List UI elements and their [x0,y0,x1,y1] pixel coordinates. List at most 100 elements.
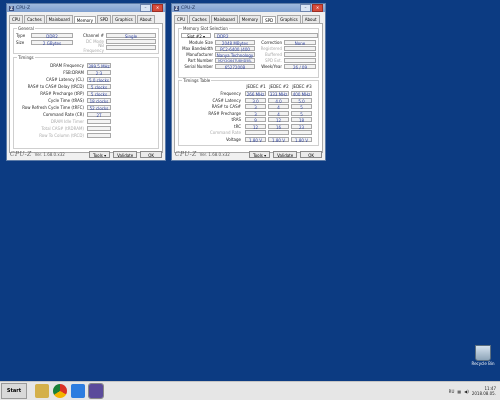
tab-caches[interactable]: Caches [24,15,45,23]
correction-value: None [284,40,316,46]
tab-strip: CPU Caches Mainboard Memory SPD Graphics… [9,15,163,24]
tab-spd[interactable]: SPD [97,15,112,23]
tab-about[interactable]: About [136,15,155,23]
version-label: Ver. 1.68.0.x32 [199,151,230,157]
week-year-label: Week/Year [261,64,282,69]
timing-label: DRAM Frequency [50,63,84,68]
timing-row-label: RAS# to CAS# [211,104,241,109]
column-header: JEDEC #3 [292,84,312,89]
timing-cell: 1.80 V [291,136,312,143]
language-indicator[interactable]: RU [449,389,455,394]
validate-button[interactable]: Validate [113,150,138,158]
ok-button[interactable]: OK [140,150,162,158]
tab-graphics[interactable]: Graphics [112,15,136,23]
network-icon[interactable]: ▦ [457,389,461,394]
dc-mode-value [106,39,156,44]
timing-value: 18 clocks [87,98,111,104]
timing-cell: 9 [245,117,266,123]
cpuz-taskbar-icon[interactable] [88,383,104,399]
taskbar: Start RU ▦ ◀) 11:47 2018.08.05. [0,381,500,400]
channel-label: Channel # [82,33,104,38]
chrome-icon[interactable] [53,384,67,398]
close-button[interactable]: ✕ [312,4,323,12]
timing-cell: 400 MHz [291,91,312,97]
file-explorer-icon[interactable] [35,384,49,398]
close-button[interactable]: ✕ [152,4,163,12]
timing-cell: 5 [291,104,312,110]
size-value: 2 GBytes [31,40,73,46]
minimize-button[interactable]: – [140,4,151,12]
manufacturer-value: Nanya Technology [215,52,255,58]
tab-caches[interactable]: Caches [189,15,210,23]
timing-value [87,133,111,138]
timing-cell [268,130,289,135]
tab-about[interactable]: About [301,15,320,23]
manufacturer-label: Manufacturer [186,52,213,57]
timing-value: 5.0 clocks [87,77,111,83]
ok-button[interactable]: OK [300,150,322,158]
tab-mainboard[interactable]: Mainboard [210,15,238,23]
timing-cell [245,130,266,135]
registered-label: Registered [260,46,282,51]
timing-value: 2:3 [87,70,111,76]
cpuz-window-spd: Z CPU-Z – ✕ CPU Caches Mainboard Memory … [171,3,326,161]
version-label: Ver. 1.68.0.x32 [34,151,65,157]
tab-cpu[interactable]: CPU [9,15,24,23]
media-player-icon[interactable] [71,384,85,398]
timing-cell: 16 [268,123,289,130]
timing-cell: 23 [291,123,312,130]
cpuz-logo: CPU-Z [10,150,32,158]
memory-panel: General Type DDR2 Size 2 GBytes Channel … [9,23,163,153]
recycle-bin[interactable]: Recycle Bin [469,345,497,366]
buffered-value [284,52,316,57]
serial-number-value: 6527200B [215,64,255,70]
cpuz-app-icon: Z [174,5,179,11]
timing-label: Row To Column (tRCD) [39,133,84,138]
timing-label: CAS# Latency (CL) [46,77,84,82]
slot-select[interactable]: Slot #2 [181,33,211,39]
max-bandwidth-label: Max Bandwidth [182,46,213,51]
timing-cell: 18 [291,117,312,123]
timing-value: 5 clocks [87,84,111,90]
tab-memory[interactable]: Memory [238,15,262,23]
timing-label: Total CAS# (tRDRAM) [41,126,84,131]
timing-row-label: tRC [234,123,241,129]
system-tray: RU ▦ ◀) 11:47 2018.08.05. [449,386,500,396]
timing-cell: 4 [268,110,289,117]
timings-group-title: Timings [17,55,35,60]
timing-cell: 1.80 V [245,136,266,143]
column-header: JEDEC #2 [269,84,289,89]
memory-slot-group: Memory Slot Selection Slot #2 DDR2 Modul… [178,26,319,78]
timing-value: 399.5 MHz [87,63,111,69]
clock[interactable]: 11:47 2018.08.05. [472,386,496,396]
timing-row-label: CAS# Latency [212,97,241,103]
timing-cell: 4 [268,104,289,110]
timing-cell: 1.80 V [268,136,289,143]
tab-cpu[interactable]: CPU [174,15,189,23]
volume-icon[interactable]: ◀) [464,389,469,394]
timing-cell: 5.0 [291,97,312,104]
tab-graphics[interactable]: Graphics [277,15,301,23]
nb-frequency-value [106,45,156,50]
tab-mainboard[interactable]: Mainboard [45,15,73,23]
cpuz-logo: CPU-Z [175,150,197,158]
tools-dropdown[interactable]: Tools [88,150,111,158]
slot-type-value: DDR2 [214,33,318,39]
validate-button[interactable]: Validate [273,150,298,158]
timing-label: RAS# to CAS# Delay (tRCD) [27,84,84,89]
timing-cell: 3 [245,104,266,110]
start-button[interactable]: Start [1,383,27,399]
bottom-bar: CPU-Z Ver. 1.68.0.x32 Tools Validate OK [7,148,165,160]
title-bar[interactable]: Z CPU-Z – ✕ [172,4,325,12]
timing-row-label: RAS# Precharge [208,110,241,116]
tools-dropdown[interactable]: Tools [248,150,271,158]
title-bar[interactable]: Z CPU-Z – ✕ [7,4,165,12]
timing-cell [291,130,312,135]
week-year-value: 26 / 09 [284,64,316,70]
channel-value: Single [106,33,156,39]
timing-cell: 12 [268,117,289,123]
timing-cell: 266 MHz [245,91,266,97]
minimize-button[interactable]: – [300,4,311,12]
timing-cell: 3.0 [245,97,266,104]
window-title: CPU-Z [181,5,196,11]
